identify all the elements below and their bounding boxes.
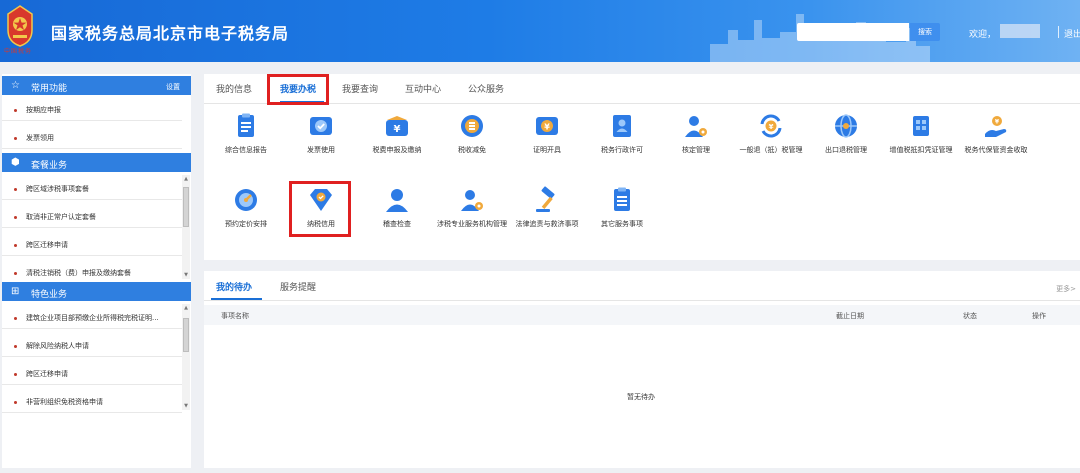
svg-text:¥: ¥ xyxy=(394,124,401,135)
gauge-icon xyxy=(235,189,257,211)
scroll-thumb[interactable] xyxy=(183,187,189,227)
search-button[interactable]: 搜索 xyxy=(910,23,940,41)
sidebar-section-common: ☆ 常用功能 设置 xyxy=(2,76,191,95)
tab-my-info[interactable]: 我的信息 xyxy=(216,82,252,95)
scroll-thumb[interactable] xyxy=(183,318,189,352)
gavel-icon xyxy=(536,186,555,212)
globe-icon xyxy=(835,114,857,138)
func-comprehensive-report[interactable]: 综合信息报告 xyxy=(206,112,286,156)
sidebar-item[interactable]: 非营利组织免税资格申请 xyxy=(2,391,182,413)
sidebar-section-package: ⬢ 套餐业务 xyxy=(2,153,191,172)
site-title: 国家税务总局北京市电子税务局 xyxy=(51,24,290,43)
more-link[interactable]: 更多> xyxy=(1056,284,1076,294)
sidebar: ☆ 常用功能 设置 按期应申报 发票领用 ⬢ 套餐业务 跨区域涉税事项套餐 取消… xyxy=(2,74,191,468)
func-tax-reduction[interactable]: 税收减免 xyxy=(432,112,512,156)
scroll-down-icon[interactable]: ▼ xyxy=(182,402,190,410)
scroll-up-icon[interactable]: ▲ xyxy=(182,175,190,183)
col-item-name: 事项名称 xyxy=(221,312,249,320)
tab-service-reminder[interactable]: 服务提醒 xyxy=(280,280,316,293)
tab-divider xyxy=(204,103,1080,104)
sidebar-section-special: ⊞ 特色业务 xyxy=(2,282,191,301)
receipt-grid-icon xyxy=(913,116,929,136)
cube-icon: ⬢ xyxy=(11,157,20,168)
svg-text:¥: ¥ xyxy=(544,123,550,132)
func-assessment-management[interactable]: 核定管理 xyxy=(656,112,736,156)
tab-my-todo[interactable]: 我的待办 xyxy=(216,280,252,293)
tab-public-service[interactable]: 公众服务 xyxy=(468,82,504,95)
report-list-icon xyxy=(238,113,254,137)
tax-service-panel: 我的信息 我要办税 我要查询 互动中心 公众服务 综合信息报告 发票使用 ¥ 税… xyxy=(204,74,1080,260)
sidebar-item[interactable]: 跨区迁移申请 xyxy=(2,363,182,385)
grid-icon: ⊞ xyxy=(11,286,20,297)
tab-divider xyxy=(204,300,1080,301)
col-status: 状态 xyxy=(963,312,977,320)
sidebar-item[interactable]: 按期应申报 xyxy=(2,99,182,121)
wallet-yuan-icon: ¥ xyxy=(386,116,408,136)
func-tax-declare-pay[interactable]: ¥ 税费申报及缴纳 xyxy=(357,112,437,156)
certificate-icon: ¥ xyxy=(536,117,558,135)
func-other-services[interactable]: 其它服务事项 xyxy=(582,186,662,230)
person-gear-icon xyxy=(685,116,707,137)
scroll-down-icon[interactable]: ▼ xyxy=(182,271,190,279)
sidebar-item[interactable]: 建筑企业项目部预缴企业所得税完税证明... xyxy=(2,307,182,329)
site-header: 中国税务 国家税务总局北京市电子税务局 搜索 欢迎， 退出 xyxy=(0,0,1080,62)
section-title: 常用功能 xyxy=(31,84,68,94)
sidebar-item[interactable]: 跨区域涉税事项套餐 xyxy=(2,178,182,200)
section-title: 特色业务 xyxy=(31,290,68,300)
hand-money-icon: ¥ xyxy=(985,116,1007,137)
func-administrative-license[interactable]: 税务行政许可 xyxy=(582,112,662,156)
sidebar-item[interactable]: 发票领用 xyxy=(2,127,182,149)
sidebar-item[interactable]: 取消非正常户认定套餐 xyxy=(2,206,182,228)
func-professional-service[interactable]: 涉税专业服务机构管理 xyxy=(432,186,512,230)
sidebar-item[interactable]: 清税注销税（费）申报及缴纳套餐 xyxy=(2,262,182,284)
sidebar-item[interactable]: 解除风险纳税人申请 xyxy=(2,335,182,357)
logout-link[interactable]: 退出 xyxy=(1064,27,1080,40)
search-input[interactable] xyxy=(797,23,909,41)
col-action: 操作 xyxy=(1032,312,1046,320)
func-legal-remedy[interactable]: 法律追责与救济事项 xyxy=(507,186,587,230)
header-divider xyxy=(1058,26,1059,38)
func-export-refund[interactable]: 出口退税管理 xyxy=(806,112,886,156)
section-title: 套餐业务 xyxy=(31,161,68,171)
refund-yuan-icon: ¥ xyxy=(760,114,782,138)
func-custody-funds[interactable]: ¥ 税务代保管资金收取 xyxy=(956,112,1036,156)
func-vat-deduction-voucher[interactable]: 增值税抵扣凭证管理 xyxy=(881,112,961,156)
tab-query[interactable]: 我要查询 xyxy=(342,82,378,95)
tab-interaction[interactable]: 互动中心 xyxy=(405,82,441,95)
emblem-caption: 中国税务 xyxy=(4,48,33,55)
scrollbar-special[interactable]: ▲ ▼ xyxy=(182,304,190,410)
func-invoice-use[interactable]: 发票使用 xyxy=(281,112,361,156)
clipboard-icon xyxy=(614,187,630,211)
func-certificate[interactable]: ¥ 证明开具 xyxy=(507,112,587,156)
person-icon xyxy=(386,189,408,212)
tax-emblem-icon xyxy=(7,5,33,47)
todo-panel: 我的待办 服务提醒 更多> 事项名称 截止日期 状态 操作 暂无待办 xyxy=(204,271,1080,468)
func-general-refund[interactable]: ¥ 一般退（抵）税管理 xyxy=(731,112,811,156)
person-gear-icon xyxy=(461,190,483,211)
func-inspection[interactable]: 稽查检查 xyxy=(357,186,437,230)
scroll-up-icon[interactable]: ▲ xyxy=(182,304,190,312)
empty-state-text: 暂无待办 xyxy=(627,393,655,401)
scrollbar-package[interactable]: ▲ ▼ xyxy=(182,175,190,279)
func-advance-pricing[interactable]: 预约定价安排 xyxy=(206,186,286,230)
welcome-text: 欢迎， xyxy=(969,30,997,40)
sidebar-item[interactable]: 跨区迁移申请 xyxy=(2,234,182,256)
license-person-icon xyxy=(613,115,631,137)
settings-link[interactable]: 设置 xyxy=(166,82,180,92)
username-redacted xyxy=(1000,24,1040,38)
svg-text:¥: ¥ xyxy=(769,123,774,131)
highlight-box-tax-credit xyxy=(289,181,351,237)
col-deadline: 截止日期 xyxy=(836,312,864,320)
highlight-box-tab xyxy=(267,74,329,105)
star-icon: ☆ xyxy=(11,80,20,91)
invoice-check-icon xyxy=(310,117,332,135)
todo-table-header: 事项名称 截止日期 状态 操作 xyxy=(204,305,1080,325)
coin-stack-icon xyxy=(461,115,483,137)
